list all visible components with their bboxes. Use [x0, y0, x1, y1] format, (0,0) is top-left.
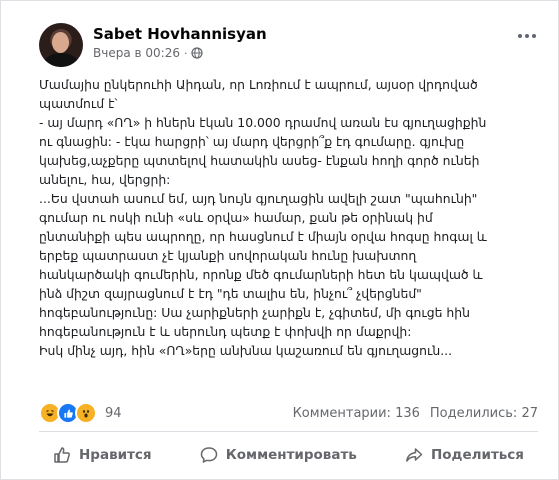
- post-line: հոգեբանությունը: Սա չարիքների չարիքն է, …: [39, 305, 470, 320]
- shares-count[interactable]: Поделились: 27: [430, 406, 538, 421]
- post-line: պատմում է՝: [39, 96, 118, 111]
- post-line: երբեք պատրաստ չէ կյանքի սովորական հունը …: [39, 248, 417, 263]
- avatar-face: [52, 32, 69, 53]
- post-stats: Комментарии: 136 Поделились: 27: [293, 406, 538, 421]
- comment-button[interactable]: Комментировать: [186, 442, 371, 468]
- reaction-icons[interactable]: [39, 402, 97, 424]
- wow-reaction-icon: [75, 402, 97, 424]
- post-line: անելու, հա, վերցրի:: [39, 172, 171, 187]
- post-line: հանկարծակի գումերին, որոնք մեծ գումարներ…: [39, 267, 483, 282]
- post-line: ու գնացին: - էկա հարցրի՝ այ մարդ վերցրի՞…: [39, 134, 465, 149]
- post-actions: Нравится Комментировать Поделиться: [39, 437, 538, 473]
- share-label: Поделиться: [430, 447, 524, 463]
- post-line: ինձ միշտ զայրացնում է էդ "դե տալիս են, ի…: [39, 286, 422, 301]
- comment-label: Комментировать: [225, 447, 357, 463]
- post-line: ...Ես վստահ ասում եմ, այդ նույն գյուղացի…: [39, 191, 478, 206]
- like-label: Нравится: [79, 447, 152, 463]
- post-time[interactable]: Вчера в 00:26: [93, 46, 180, 60]
- more-options-icon[interactable]: [518, 29, 538, 43]
- post-meta: Вчера в 00:26 ·: [93, 46, 204, 60]
- post-header: Sabet Hovhannisyan Вчера в 00:26 ·: [39, 21, 538, 71]
- reactions-count[interactable]: 94: [105, 406, 122, 421]
- author-name[interactable]: Sabet Hovhannisyan: [93, 25, 267, 43]
- comments-count[interactable]: Комментарии: 136: [293, 406, 420, 421]
- globe-icon[interactable]: [191, 47, 204, 59]
- like-button[interactable]: Нравится: [39, 442, 166, 468]
- post-line: Իսկ մինչ այդ, հին «ՈՂ»երը անխնա կաշառում…: [39, 343, 453, 358]
- post-card: Sabet Hovhannisyan Вчера в 00:26 · Մամայ…: [0, 0, 559, 480]
- meta-separator: ·: [183, 46, 188, 60]
- post-line: կախեց,աչքերը պտտելով հատակին ասեց- էնքան…: [39, 153, 480, 168]
- comment-icon: [200, 447, 217, 463]
- post-line: ընտանիքի պես ապրողը, որ հասցնում է միայն…: [39, 229, 487, 244]
- share-button[interactable]: Поделиться: [391, 442, 538, 468]
- post-line: գումար ու ոսկի ունի «սև օրվա» համար, քան…: [39, 210, 433, 225]
- post-line: Մամայիս ընկերուհի Աիդան, որ Լոռիում է ապ…: [39, 77, 478, 92]
- share-icon: [406, 448, 423, 462]
- post-text: Մամայիս ընկերուհի Աիդան, որ Լոռիում է ապ…: [39, 75, 544, 360]
- avatar[interactable]: [39, 23, 83, 67]
- avatar-shoulders: [43, 53, 79, 67]
- divider: [39, 431, 538, 432]
- post-line: - այ մարդ «ՈՂ» ի հներն էկան 10.000 դրամո…: [39, 115, 487, 130]
- reactions-row: 94 Комментарии: 136 Поделились: 27: [39, 402, 538, 424]
- thumbs-up-icon: [54, 447, 70, 463]
- post-line: հոգեբանություն է և սերունդ պետք է փոխվի …: [39, 324, 412, 339]
